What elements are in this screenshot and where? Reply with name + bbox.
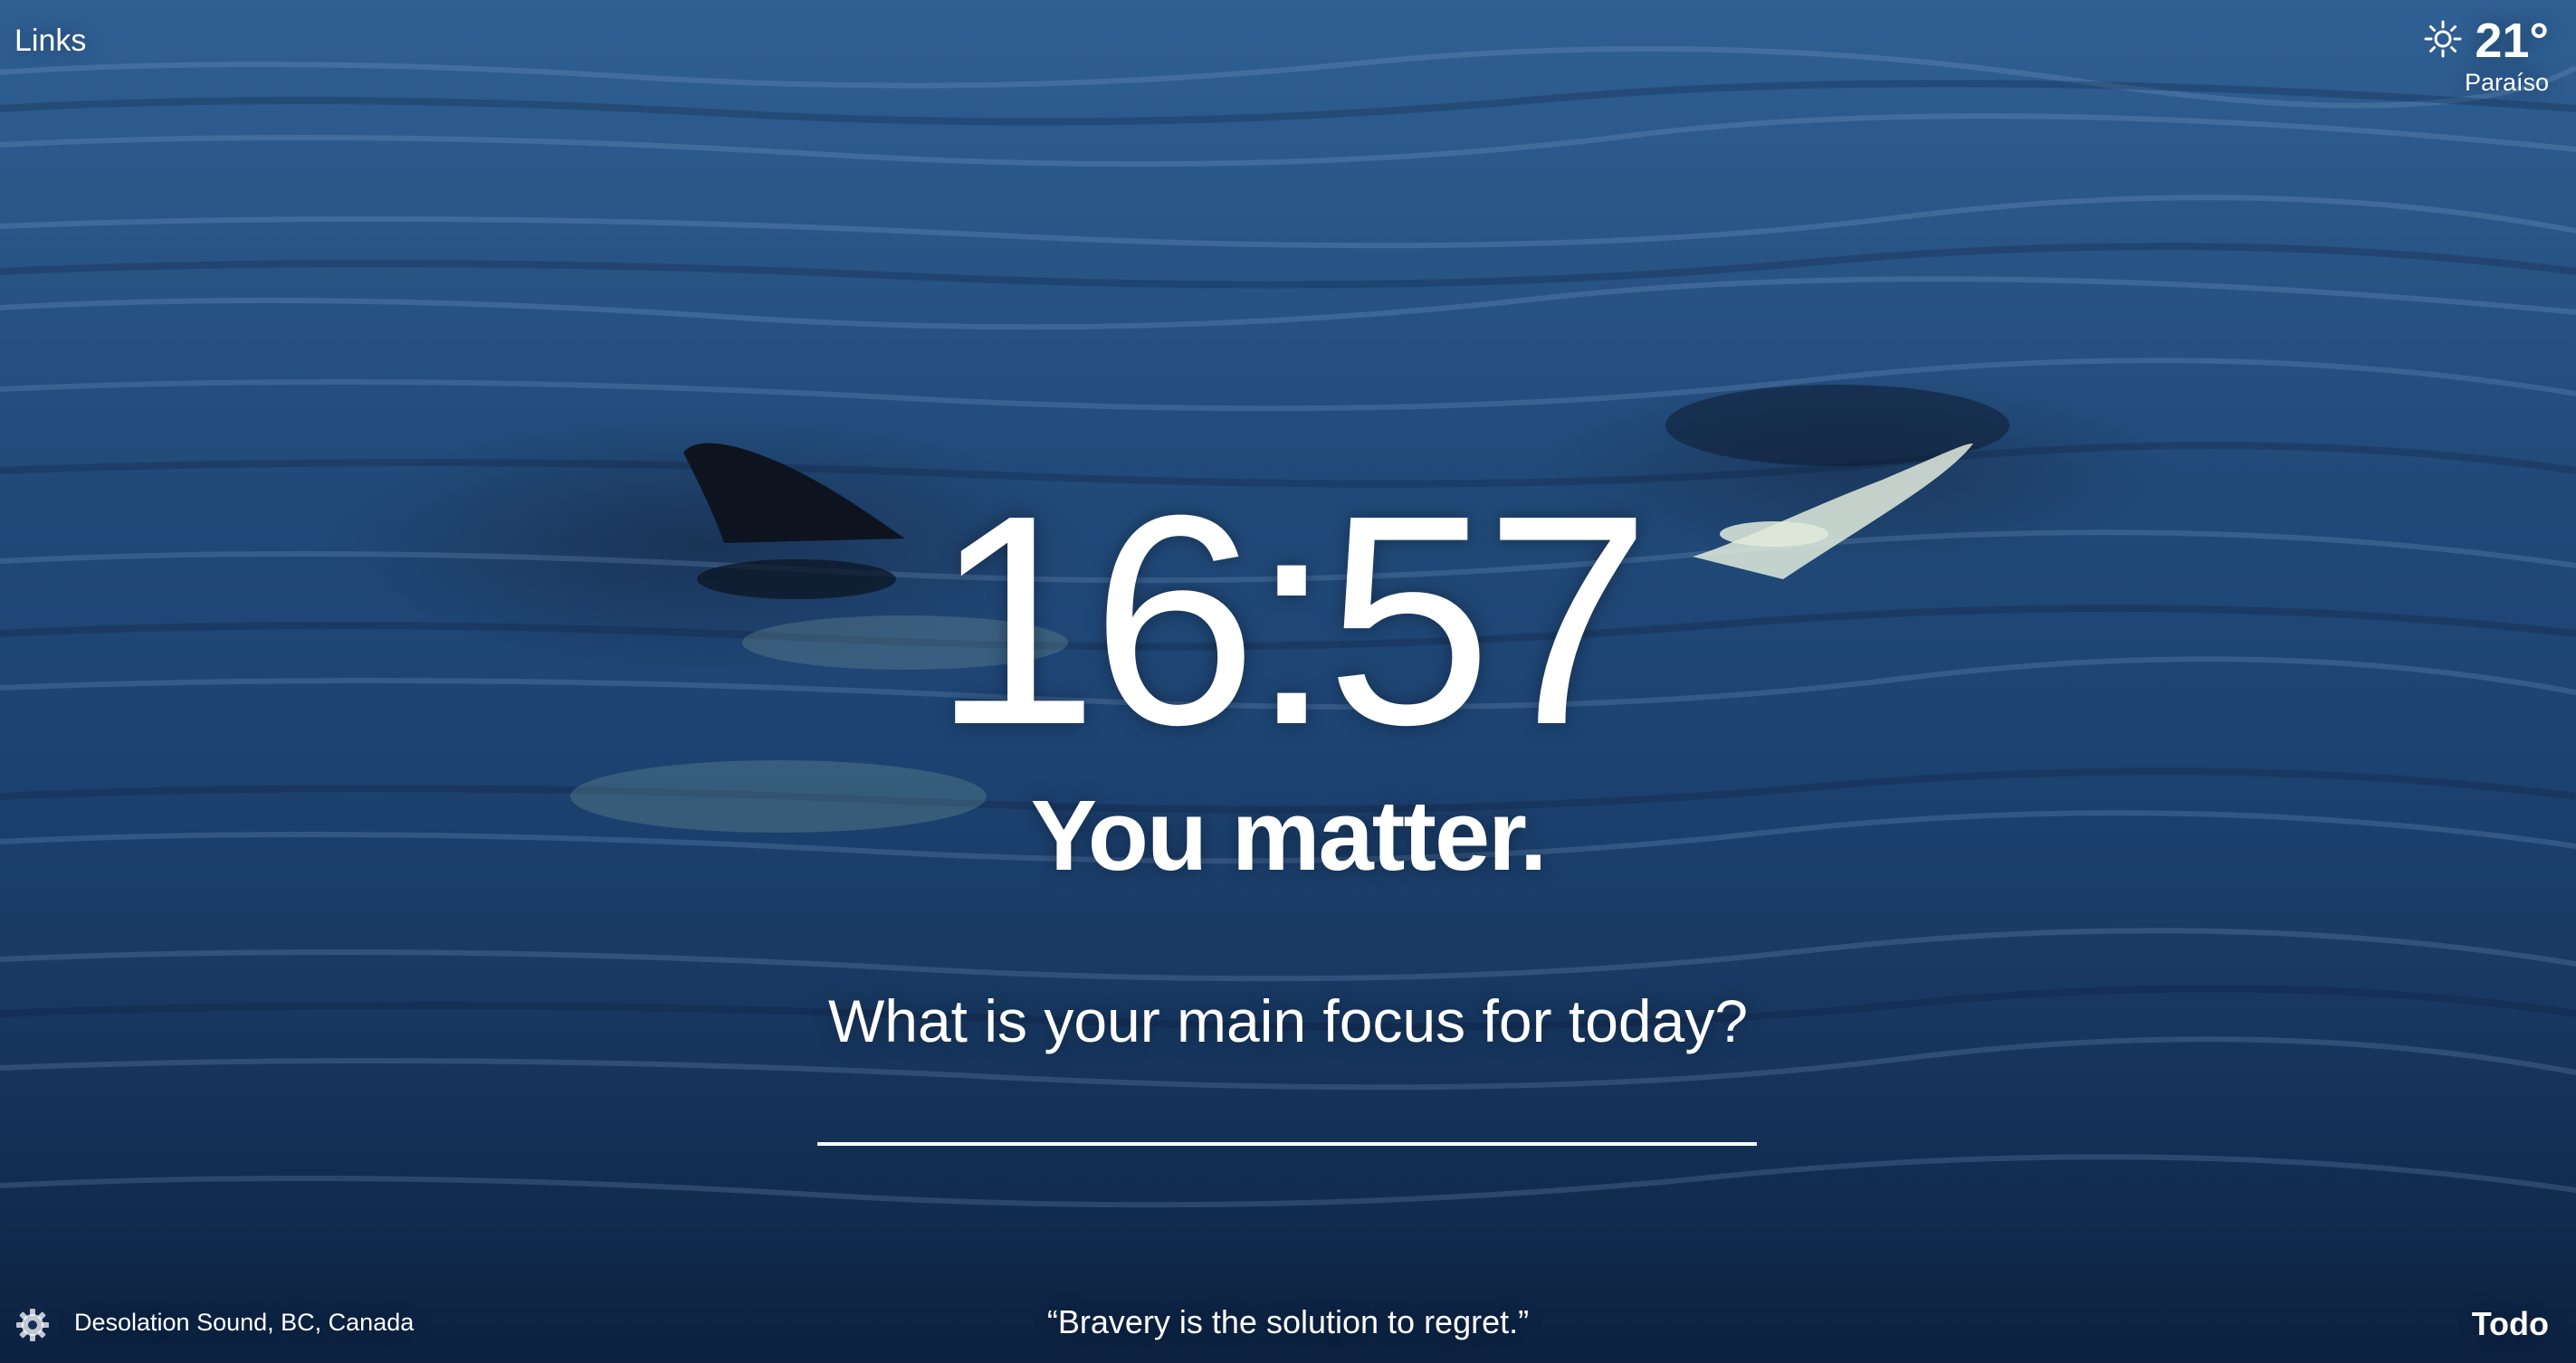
focus-input[interactable] [817,1086,1757,1146]
focus-question: What is your main focus for today? [827,987,1749,1054]
weather-widget[interactable]: 21° Paraíso [2424,13,2549,97]
greeting: You matter. [1030,780,1548,891]
weather-location: Paraíso [2464,69,2549,96]
links-button[interactable]: Links [14,24,86,59]
weather-temperature: 21° [2475,14,2549,68]
daily-quote[interactable]: “Bravery is the solution to regret.” [0,1303,2576,1341]
weather-row: 21° [2424,13,2549,69]
todo-button[interactable]: Todo [2472,1305,2549,1343]
clock-time: 16:57 [932,453,1651,786]
sun-icon [2424,20,2462,62]
